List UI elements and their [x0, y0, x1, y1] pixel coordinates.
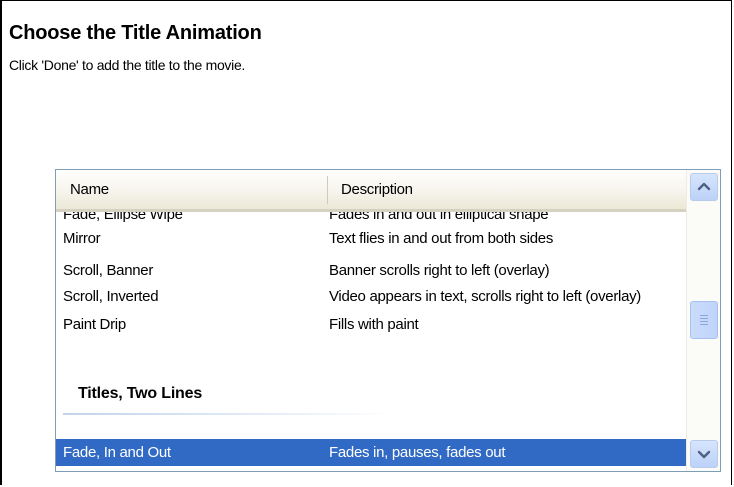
list-item[interactable]: Scroll, Banner Banner scrolls right to l… — [56, 258, 686, 284]
item-name: Fade, In and Out — [63, 444, 171, 461]
column-header-name[interactable]: Name — [70, 170, 326, 209]
item-description: Banner scrolls right to left (overlay) — [329, 262, 550, 279]
page-subtitle: Click 'Done' to add the title to the mov… — [9, 57, 246, 73]
item-name: Scroll, Banner — [63, 262, 154, 279]
list-header: Name Description — [56, 170, 686, 212]
item-description: Fills with paint — [329, 316, 419, 333]
column-header-description[interactable]: Description — [341, 170, 681, 209]
item-description: Text flies in and out from both sides — [329, 230, 554, 247]
grip-line — [700, 315, 708, 316]
item-name: Paint Drip — [63, 316, 126, 333]
grip-line — [700, 321, 708, 322]
item-name: Mirror — [63, 230, 101, 247]
grip-line — [700, 324, 708, 325]
scroll-thumb[interactable] — [690, 301, 718, 339]
column-separator[interactable] — [327, 176, 328, 204]
chevron-up-icon — [697, 182, 711, 191]
scroll-down-button[interactable] — [690, 440, 718, 468]
page-title: Choose the Title Animation — [9, 22, 262, 44]
group-divider — [63, 413, 393, 415]
list-item-selected[interactable]: Fade, In and Out Fades in, pauses, fades… — [56, 439, 686, 466]
vertical-scrollbar[interactable] — [686, 170, 720, 471]
item-name: Scroll, Inverted — [63, 288, 159, 305]
list-item[interactable]: Paint Drip Fills with paint — [56, 312, 686, 338]
list-item[interactable]: Mirror Text flies in and out from both s… — [56, 226, 686, 252]
group-header: Titles, Two Lines — [78, 385, 203, 402]
scroll-up-button[interactable] — [690, 173, 718, 201]
item-description: Video appears in text, scrolls right to … — [329, 288, 642, 305]
grip-line — [700, 318, 708, 319]
item-description: Fades in, pauses, fades out — [329, 444, 506, 461]
animation-list[interactable]: Fade, Ellipse Wipe Fades in and out in e… — [55, 169, 721, 472]
list-rows: Fade, Ellipse Wipe Fades in and out in e… — [56, 202, 686, 471]
chevron-down-icon — [697, 450, 711, 459]
list-item[interactable]: Scroll, Inverted Video appears in text, … — [56, 284, 686, 310]
